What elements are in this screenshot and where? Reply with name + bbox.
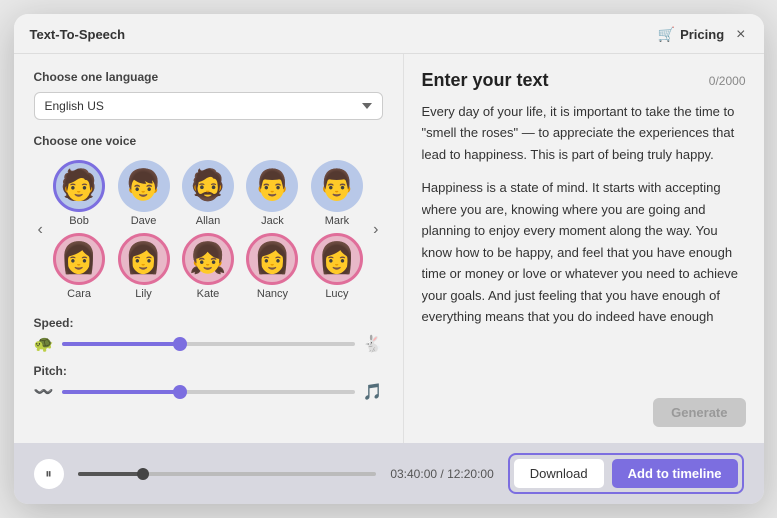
pause-icon: ⏸ [45, 466, 52, 482]
char-count: 0/2000 [709, 74, 746, 88]
cart-icon: 🛒 [658, 26, 675, 43]
voice-section: Choose one voice ‹ 🧑 Bob � [34, 134, 383, 304]
language-select[interactable]: English US [34, 92, 383, 120]
voice-item-kate[interactable]: 👧 Kate [178, 233, 238, 300]
left-panel: Choose one language English US Choose on… [14, 54, 404, 443]
speed-slow-icon: 🐢 [34, 334, 54, 354]
voice-avatar-lily: 👩 [118, 233, 170, 285]
voice-grid: 🧑 Bob 👦 Dave 🧔 [47, 156, 369, 304]
controls-section: Speed: 🐢 🐇 Pitch: 〰️ 🎵 [34, 316, 383, 402]
speed-label: Speed: [34, 316, 383, 330]
close-button[interactable]: × [734, 27, 747, 43]
language-label: Choose one language [34, 70, 383, 84]
right-panel: Enter your text 0/2000 Every day of your… [404, 54, 764, 443]
voice-item-cara[interactable]: 👩 Cara [49, 233, 109, 300]
next-voice-button[interactable]: › [369, 221, 382, 239]
voice-item-dave[interactable]: 👦 Dave [113, 160, 173, 227]
voice-name-kate: Kate [197, 288, 220, 300]
voice-name-mark: Mark [325, 215, 349, 227]
main-content: Choose one language English US Choose on… [14, 54, 764, 443]
bottom-actions: Download Add to timeline [508, 453, 744, 494]
voice-avatar-bob: 🧑 [53, 160, 105, 212]
pitch-low-icon: 〰️ [34, 382, 54, 402]
voice-item-allan[interactable]: 🧔 Allan [178, 160, 238, 227]
voice-label: Choose one voice [34, 134, 383, 148]
voice-name-dave: Dave [131, 215, 157, 227]
voice-avatar-dave: 👦 [118, 160, 170, 212]
generate-button[interactable]: Generate [653, 398, 745, 427]
pitch-label: Pitch: [34, 364, 383, 378]
text-area-wrapper[interactable]: Every day of your life, it is important … [422, 101, 746, 388]
speed-slider-row: 🐢 🐇 [34, 334, 383, 354]
play-pause-button[interactable]: ⏸ [34, 459, 64, 489]
text-paragraph-1: Every day of your life, it is important … [422, 101, 746, 165]
prev-voice-button[interactable]: ‹ [34, 221, 47, 239]
voice-name-lucy: Lucy [325, 288, 348, 300]
voice-name-bob: Bob [69, 215, 89, 227]
download-button[interactable]: Download [514, 459, 604, 488]
pitch-slider-row: 〰️ 🎵 [34, 382, 383, 402]
text-header: Enter your text 0/2000 [422, 70, 746, 91]
voice-name-lily: Lily [135, 288, 152, 300]
pitch-high-icon: 🎵 [363, 382, 383, 402]
add-to-timeline-button[interactable]: Add to timeline [612, 459, 738, 488]
voice-avatar-cara: 👩 [53, 233, 105, 285]
voice-item-lucy[interactable]: 👩 Lucy [307, 233, 367, 300]
voice-name-nancy: Nancy [257, 288, 288, 300]
progress-thumb [137, 468, 149, 480]
title-bar-actions: 🛒 Pricing × [658, 26, 748, 43]
audio-progress-bar[interactable] [78, 472, 377, 476]
voice-avatar-kate: 👧 [182, 233, 234, 285]
voice-name-cara: Cara [67, 288, 91, 300]
pricing-button[interactable]: 🛒 Pricing [658, 26, 725, 43]
voice-item-mark[interactable]: 👨 Mark [307, 160, 367, 227]
voice-item-lily[interactable]: 👩 Lily [113, 233, 173, 300]
voice-avatar-lucy: 👩 [311, 233, 363, 285]
voice-avatar-jack: 👨 [246, 160, 298, 212]
text-area-title: Enter your text [422, 70, 549, 91]
voice-avatar-mark: 👨 [311, 160, 363, 212]
voice-name-jack: Jack [261, 215, 284, 227]
speed-fast-icon: 🐇 [363, 334, 383, 354]
text-paragraph-2: Happiness is a state of mind. It starts … [422, 177, 746, 327]
app-title: Text-To-Speech [30, 27, 126, 42]
voice-item-bob[interactable]: 🧑 Bob [49, 160, 109, 227]
time-display: 03:40:00 / 12:20:00 [390, 467, 493, 481]
pitch-control: Pitch: 〰️ 🎵 [34, 364, 383, 402]
voice-avatar-allan: 🧔 [182, 160, 234, 212]
pitch-slider[interactable] [62, 390, 355, 394]
speed-slider[interactable] [62, 342, 355, 346]
voice-name-allan: Allan [196, 215, 220, 227]
speed-control: Speed: 🐢 🐇 [34, 316, 383, 354]
voice-grid-wrapper: ‹ 🧑 Bob 👦 Dave [34, 156, 383, 304]
title-bar: Text-To-Speech 🛒 Pricing × [14, 14, 764, 54]
voice-item-nancy[interactable]: 👩 Nancy [242, 233, 302, 300]
voice-avatar-nancy: 👩 [246, 233, 298, 285]
text-content: Every day of your life, it is important … [422, 101, 746, 327]
voice-item-jack[interactable]: 👨 Jack [242, 160, 302, 227]
bottom-bar: ⏸ 03:40:00 / 12:20:00 Download Add to ti… [14, 443, 764, 504]
progress-fill [78, 472, 144, 476]
modal-window: Text-To-Speech 🛒 Pricing × Choose one la… [14, 14, 764, 504]
